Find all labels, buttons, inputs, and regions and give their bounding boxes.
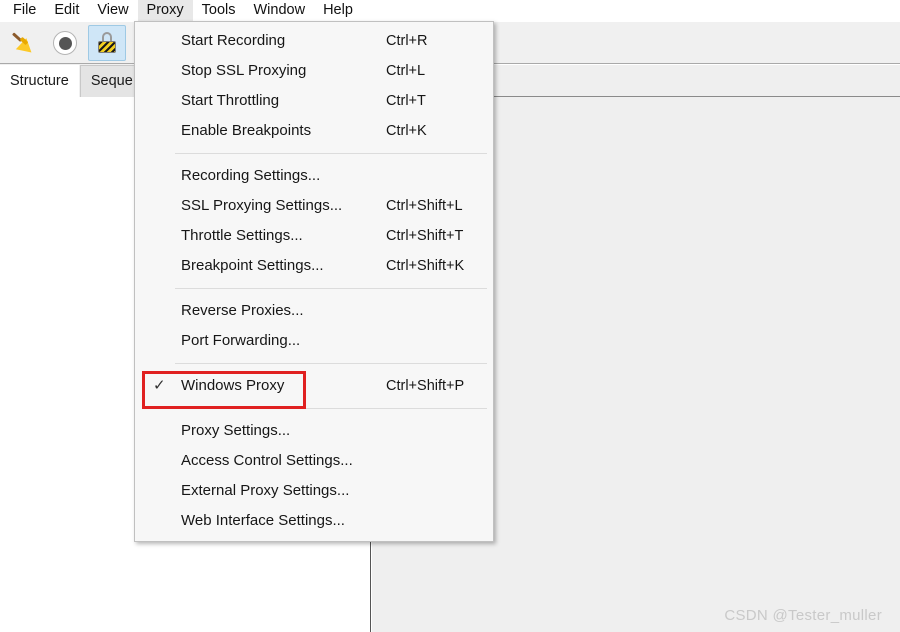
menubar-item-tools[interactable]: Tools: [193, 0, 245, 22]
menu-item-proxy-settings[interactable]: Proxy Settings...: [135, 416, 493, 446]
watermark: CSDN @Tester_muller: [724, 607, 882, 624]
menu-item-shortcut: Ctrl+L: [386, 63, 426, 79]
menu-item-label: Start Recording: [181, 32, 286, 49]
menu-item-shortcut: Ctrl+Shift+K: [386, 258, 465, 274]
menu-item-external-proxy-settings[interactable]: External Proxy Settings...: [135, 476, 493, 506]
menu-item-enable-breakpoints[interactable]: Enable Breakpoints Ctrl+K: [135, 116, 493, 146]
tab-sequence-label: Seque: [90, 73, 133, 89]
menu-item-shortcut: Ctrl+Shift+T: [386, 228, 464, 244]
menu-separator: [175, 288, 487, 289]
menu-item-ssl-proxying-settings[interactable]: SSL Proxying Settings... Ctrl+Shift+L: [135, 191, 493, 221]
check-icon: ✓: [153, 377, 166, 394]
menu-separator: [175, 363, 487, 364]
menu-item-label: Web Interface Settings...: [181, 512, 345, 529]
menu-item-label: Access Control Settings...: [181, 452, 353, 469]
ssl-lock-icon: [96, 31, 118, 55]
menu-item-shortcut: Ctrl+R: [386, 33, 428, 49]
menu-item-windows-proxy[interactable]: ✓ Windows Proxy Ctrl+Shift+P: [135, 371, 493, 409]
menu-item-label: Throttle Settings...: [181, 227, 303, 244]
menu-item-label: Port Forwarding...: [181, 332, 301, 349]
menu-bar: File Edit View Proxy Tools Window Help: [0, 0, 900, 22]
menu-item-stop-ssl-proxying[interactable]: Stop SSL Proxying Ctrl+L: [135, 56, 493, 86]
menu-item-label: Breakpoint Settings...: [181, 257, 324, 274]
menu-separator: [175, 408, 487, 409]
menu-item-label: Windows Proxy: [181, 377, 285, 394]
menu-item-port-forwarding[interactable]: Port Forwarding...: [135, 326, 493, 356]
clear-button[interactable]: [4, 25, 42, 61]
tab-structure-label: Structure: [10, 73, 69, 89]
menubar-item-view[interactable]: View: [88, 0, 137, 22]
menu-item-start-recording[interactable]: Start Recording Ctrl+R: [135, 26, 493, 56]
menu-item-throttle-settings[interactable]: Throttle Settings... Ctrl+Shift+T: [135, 221, 493, 251]
menu-item-label: Reverse Proxies...: [181, 302, 304, 319]
charles-proxy-window: File Edit View Proxy Tools Window Help S…: [0, 0, 900, 632]
menubar-item-file[interactable]: File: [4, 0, 45, 22]
menu-item-label: Start Throttling: [181, 92, 280, 109]
menu-item-label: External Proxy Settings...: [181, 482, 350, 499]
broom-icon: [10, 30, 36, 56]
menu-item-start-throttling[interactable]: Start Throttling Ctrl+T: [135, 86, 493, 116]
menubar-item-edit[interactable]: Edit: [45, 0, 88, 22]
menu-item-breakpoint-settings[interactable]: Breakpoint Settings... Ctrl+Shift+K: [135, 251, 493, 281]
menu-item-shortcut: Ctrl+Shift+P: [386, 378, 465, 394]
menu-item-label: Stop SSL Proxying: [181, 62, 307, 79]
record-icon: [53, 31, 77, 55]
menu-item-access-control-settings[interactable]: Access Control Settings...: [135, 446, 493, 476]
menubar-item-proxy[interactable]: Proxy: [137, 0, 193, 22]
menu-item-shortcut: Ctrl+Shift+L: [386, 198, 463, 214]
proxy-dropdown-menu[interactable]: Start Recording Ctrl+R Stop SSL Proxying Ct…: [134, 21, 494, 542]
record-button[interactable]: [46, 25, 84, 61]
menubar-item-help[interactable]: Help: [314, 0, 362, 22]
menu-separator: [175, 153, 487, 154]
menu-item-recording-settings[interactable]: Recording Settings...: [135, 161, 493, 191]
menu-item-reverse-proxies[interactable]: Reverse Proxies...: [135, 296, 493, 326]
menu-item-shortcut: Ctrl+K: [386, 123, 427, 139]
menubar-item-window[interactable]: Window: [244, 0, 314, 22]
menu-item-label: Proxy Settings...: [181, 422, 291, 439]
ssl-proxying-button[interactable]: [88, 25, 126, 61]
menu-item-label: SSL Proxying Settings...: [181, 197, 343, 214]
menu-item-label: Recording Settings...: [181, 167, 321, 184]
menu-item-web-interface-settings[interactable]: Web Interface Settings...: [135, 506, 493, 536]
tab-structure[interactable]: Structure: [0, 65, 79, 97]
menu-item-label: Enable Breakpoints: [181, 122, 312, 139]
menu-item-shortcut: Ctrl+T: [386, 93, 426, 109]
